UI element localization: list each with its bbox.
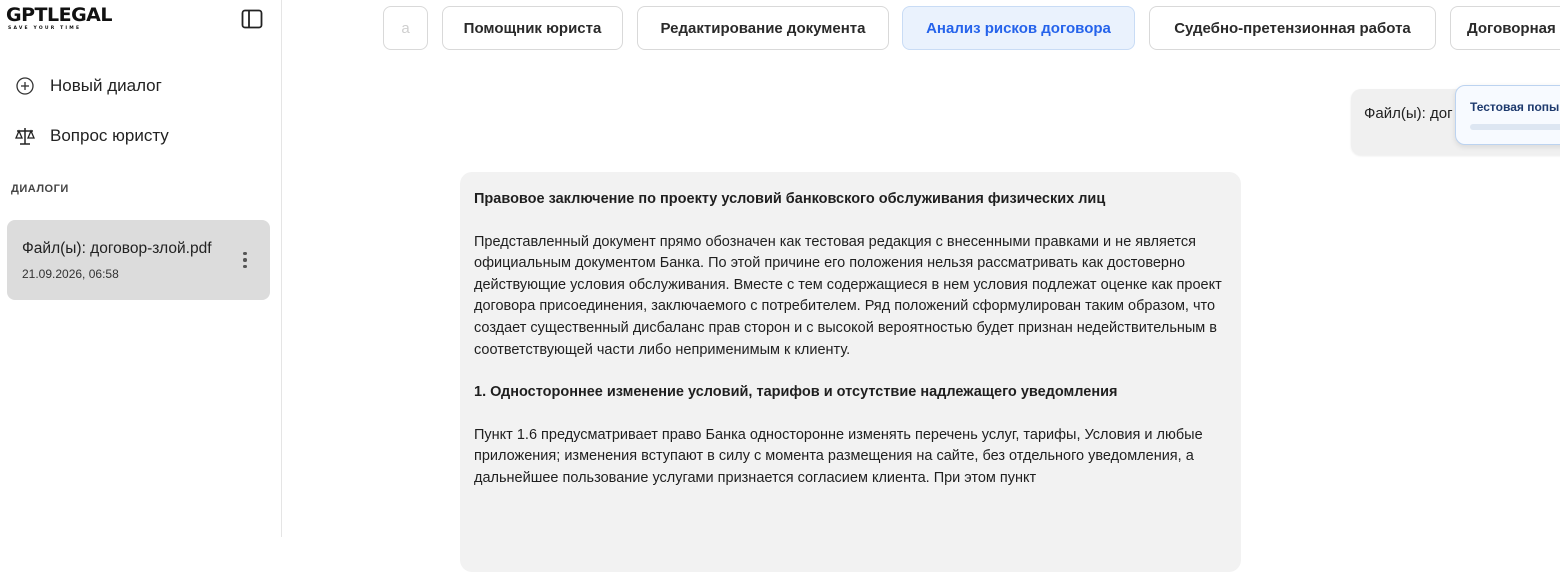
answer-paragraph: Представленный документ прямо обозначен … [474, 233, 1222, 358]
answer-paragraph: Пункт 1.6 предусматривает право Банка од… [474, 426, 1203, 486]
test-popup-toast[interactable]: Тестовая попы [1455, 85, 1560, 145]
ask-lawyer-label: Вопрос юристу [50, 126, 169, 145]
new-dialog-button[interactable]: Новый диалог [14, 75, 162, 97]
plus-circle-icon [14, 75, 36, 97]
brand-tagline: SAVE YOUR TIME [8, 26, 82, 31]
dialog-title: Файл(ы): договор-злой.pdf [22, 240, 212, 257]
tab-label: Помощник юриста [463, 19, 602, 37]
user-message-text: Файл(ы): дог [1364, 105, 1453, 122]
dialog-list-item[interactable]: Файл(ы): договор-злой.pdf 21.09.2026, 06… [7, 220, 270, 300]
tab-contract-work[interactable]: Договорная [1450, 6, 1560, 50]
tab-label: Судебно-претензионная работа [1174, 19, 1411, 37]
tab-label: Редактирование документа [660, 19, 866, 37]
answer-title: Правовое заключение по проекту условий б… [474, 191, 1106, 207]
tab-contract-risk-analysis[interactable]: Анализ рисков договора [902, 6, 1135, 50]
sidebar-toggle-icon[interactable] [240, 8, 264, 30]
tab-label: Анализ рисков договора [926, 19, 1111, 37]
answer-section-heading: 1. Одностороннее изменение условий, тари… [474, 384, 1118, 401]
tab-label: Договорная [1467, 19, 1556, 37]
scales-icon [14, 125, 36, 147]
sidebar: GPTLEGAL SAVE YOUR TIME Новый диалог Воп… [0, 0, 282, 537]
more-vertical-icon[interactable] [237, 248, 253, 272]
mode-tabs: а Помощник юриста Редактирование докумен… [283, 0, 1560, 60]
brand-name: GPTLEGAL [6, 4, 112, 26]
tab-litigation-work[interactable]: Судебно-претензионная работа [1149, 6, 1436, 50]
toast-title: Тестовая попы [1470, 100, 1560, 114]
assistant-answer-bubble: Правовое заключение по проекту условий б… [460, 172, 1241, 572]
ask-lawyer-button[interactable]: Вопрос юристу [14, 125, 169, 147]
new-dialog-label: Новый диалог [50, 76, 162, 95]
answer-content: Правовое заключение по проекту условий б… [474, 189, 1226, 490]
dialog-date: 21.09.2026, 06:58 [22, 267, 119, 281]
toast-progress-bar [1470, 124, 1560, 130]
tab-document-editing[interactable]: Редактирование документа [637, 6, 889, 50]
tab-previous-hidden[interactable]: а [383, 6, 428, 50]
tab-label: а [401, 19, 410, 37]
tab-lawyer-assistant[interactable]: Помощник юриста [442, 6, 623, 50]
brand-logo[interactable]: GPTLEGAL SAVE YOUR TIME [6, 5, 112, 31]
dialogs-section-label: ДИАЛОГИ [11, 183, 69, 195]
